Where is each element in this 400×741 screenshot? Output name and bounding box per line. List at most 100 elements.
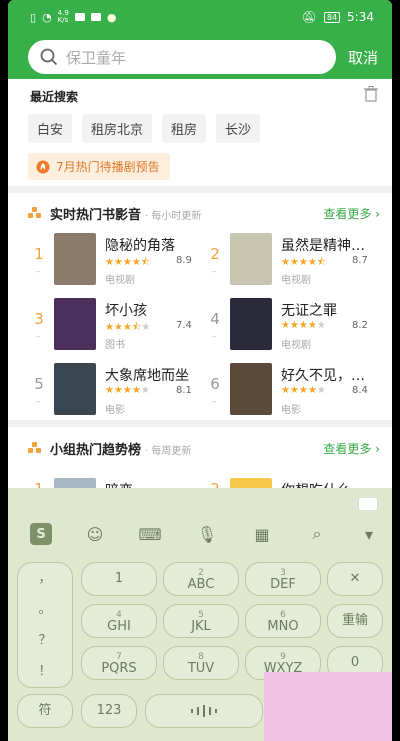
- t9-key-letters: PQRS: [101, 661, 137, 676]
- toolbox-icon[interactable]: ▦: [251, 523, 273, 545]
- voice-wave-icon: [191, 705, 217, 717]
- realtime-item[interactable]: 3 – 坏小孩 ★★★⯪★ 7.4 图书: [32, 298, 212, 358]
- group-subtitle: · 每周更新: [145, 446, 192, 457]
- item-score: 8.7: [352, 255, 368, 266]
- t9-key-letters: TUV: [187, 661, 215, 676]
- cover-image: [54, 233, 96, 285]
- realtime-item[interactable]: 4 – 无证之罪 ★★★★★ 8.2 电视剧: [208, 298, 388, 358]
- numbers-key[interactable]: 123: [81, 694, 137, 728]
- symbols-key[interactable]: 符: [17, 694, 73, 728]
- t9-key-letters: JKL: [191, 619, 211, 634]
- cover-image: [54, 363, 96, 415]
- status-bar: ▯ ◔ 4.9 K/s ● 🔕︎ 84 5:34: [8, 0, 392, 36]
- divider: [8, 420, 392, 427]
- t9-key[interactable]: 2 ABC: [163, 562, 239, 596]
- recent-tag[interactable]: 白安: [28, 114, 73, 143]
- group-more-link[interactable]: 查看更多 ›: [323, 440, 380, 457]
- t9-key[interactable]: 7 PQRS: [81, 646, 157, 680]
- t9-key[interactable]: 6 MNO: [245, 604, 321, 638]
- recent-tag[interactable]: 租房: [162, 114, 207, 143]
- realtime-title: 实时热门书影音: [50, 208, 142, 223]
- keyboard-layout-icon[interactable]: ⌨: [138, 523, 161, 545]
- star-rating: ★★★★★: [281, 385, 326, 396]
- star-rating: ★★★★★: [105, 385, 150, 396]
- rank: 1: [34, 245, 44, 263]
- collapse-keyboard-icon[interactable]: ▾: [358, 523, 380, 545]
- t9-key-letters: MNO: [267, 619, 299, 634]
- group-header: 小组热门趋势榜 · 每周更新: [28, 439, 191, 458]
- punct-comma[interactable]: ，: [38, 572, 51, 585]
- realtime-item[interactable]: 1 – 隐秘的角落 ★★★★⯪ 8.9 电视剧: [32, 233, 212, 293]
- t9-key-letters: GHI: [107, 619, 131, 634]
- realtime-item[interactable]: 2 – 虽然是精神… ★★★★⯪ 8.7 电视剧: [208, 233, 388, 293]
- t9-key-letters: ABC: [187, 577, 215, 592]
- trend-dash: –: [212, 332, 217, 342]
- divider: [8, 186, 392, 193]
- t9-key[interactable]: 8 TUV: [163, 646, 239, 680]
- cover-image: [54, 298, 96, 350]
- wifi-icon: ◔: [42, 10, 52, 24]
- realtime-more-link[interactable]: 查看更多 ›: [323, 205, 380, 222]
- mute-icon: 🔕︎: [301, 10, 317, 24]
- punct-exclaim[interactable]: ！: [38, 665, 51, 678]
- microphone-icon[interactable]: 🎙︎: [196, 523, 218, 545]
- item-name: 好久不见，…: [281, 368, 365, 384]
- emoji-icon[interactable]: ☺: [84, 523, 106, 545]
- battery-icon: 84: [323, 11, 341, 23]
- item-name: 虽然是精神…: [281, 238, 365, 254]
- cover-image: [230, 298, 272, 350]
- fire-icon: [36, 160, 50, 173]
- t9-key-letters: DEF: [270, 577, 296, 592]
- item-category: 电影: [281, 405, 301, 416]
- realtime-header: 实时热门书影音 · 每小时更新: [28, 204, 201, 223]
- item-name: 隐秘的角落: [105, 238, 175, 254]
- rank: 3: [34, 310, 44, 328]
- group-title: 小组热门趋势榜: [50, 443, 142, 458]
- trash-icon[interactable]: [364, 86, 378, 102]
- punctuation-key-column[interactable]: ， 。 ？ ！: [17, 562, 73, 688]
- trend-dash: –: [212, 397, 217, 407]
- item-name: 无证之罪: [281, 303, 337, 319]
- delete-key[interactable]: ✕: [327, 562, 383, 596]
- recent-tag[interactable]: 长沙: [216, 114, 261, 143]
- realtime-item[interactable]: 5 – 大象席地而坐 ★★★★★ 8.1 电影: [32, 363, 212, 423]
- item-category: 图书: [105, 340, 125, 351]
- space-key[interactable]: [145, 694, 263, 728]
- chart-icon: [28, 442, 42, 454]
- search-input[interactable]: 保卫童年: [28, 40, 336, 74]
- reenter-key[interactable]: 重输: [327, 604, 383, 638]
- promo-banner[interactable]: 7月热门待播剧预告: [28, 153, 170, 180]
- realtime-subtitle: · 每小时更新: [145, 211, 202, 222]
- t9-key[interactable]: 4 GHI: [81, 604, 157, 638]
- cover-image: [230, 233, 272, 285]
- punct-question[interactable]: ？: [38, 634, 51, 647]
- keyboard-search-icon[interactable]: ⌕: [306, 523, 328, 545]
- rank: 6: [210, 375, 220, 393]
- t9-key[interactable]: 1: [81, 562, 157, 596]
- item-name: 坏小孩: [105, 303, 147, 319]
- app-screen: ▯ ◔ 4.9 K/s ● 🔕︎ 84 5:34 保卫童年 取消 最近搜索 白安 …: [8, 0, 392, 741]
- search-icon: [40, 48, 58, 66]
- trend-dash: –: [212, 267, 217, 277]
- realtime-item[interactable]: 6 – 好久不见，… ★★★★★ 8.4 电影: [208, 363, 388, 423]
- net-speed: 4.9 K/s: [57, 9, 69, 24]
- sogou-logo-icon[interactable]: S: [30, 523, 52, 545]
- recent-tag[interactable]: 租房北京: [82, 114, 153, 143]
- t9-key-number: 1: [114, 571, 124, 586]
- star-rating: ★★★★★: [281, 320, 326, 331]
- t9-key[interactable]: 5 JKL: [163, 604, 239, 638]
- t9-key[interactable]: 3 DEF: [245, 562, 321, 596]
- chart-icon: [28, 207, 42, 219]
- item-name: 大象席地而坐: [105, 368, 189, 384]
- item-score: 7.4: [176, 320, 192, 331]
- rank: 2: [210, 245, 220, 263]
- trend-dash: –: [36, 332, 41, 342]
- cancel-button[interactable]: 取消: [348, 47, 378, 68]
- sim-icon: ▯: [30, 10, 37, 24]
- item-score: 8.4: [352, 385, 368, 396]
- punct-period[interactable]: 。: [38, 603, 51, 616]
- ime-avatar-icon[interactable]: [358, 497, 378, 511]
- search-placeholder: 保卫童年: [66, 48, 127, 67]
- star-rating: ★★★⯪★: [105, 322, 151, 333]
- recent-search-title: 最近搜索: [30, 90, 79, 104]
